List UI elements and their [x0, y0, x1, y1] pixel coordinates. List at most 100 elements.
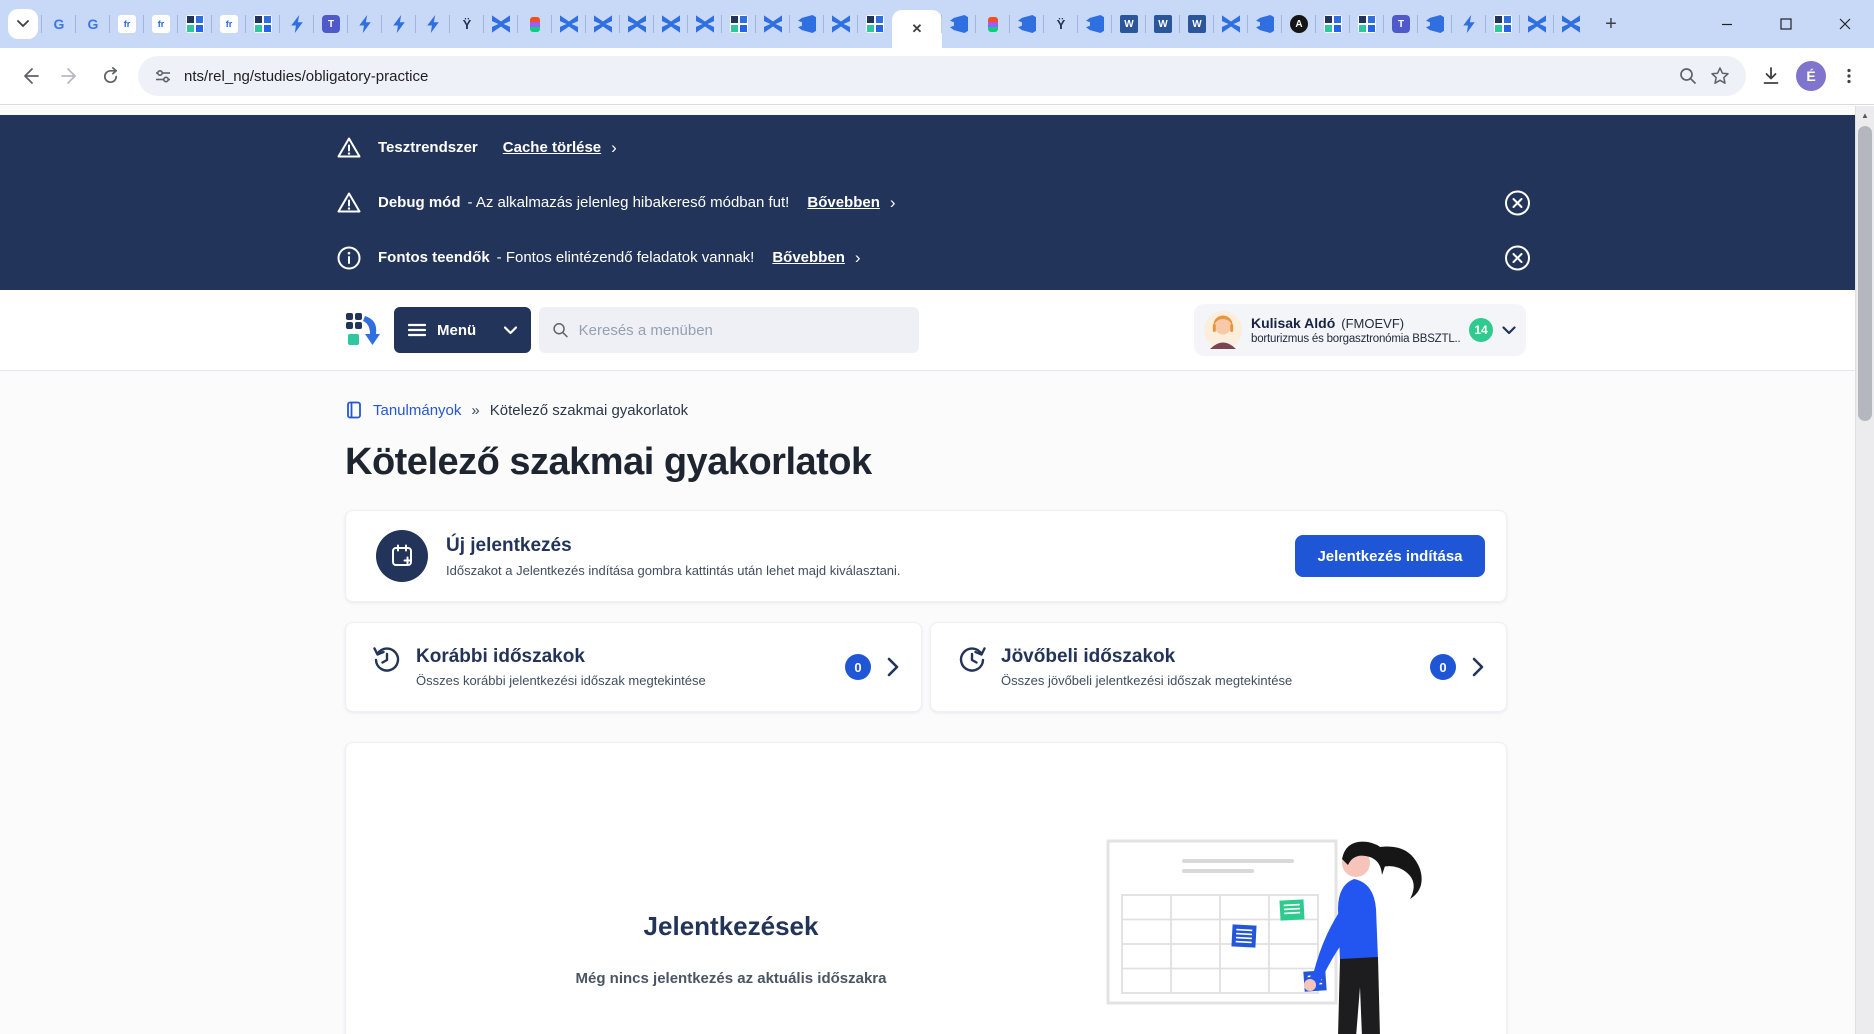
tab-search-button[interactable]	[8, 9, 38, 39]
banner-test-system: Tesztrendszer Cache törlése ›	[0, 120, 1855, 175]
bolt-favicon	[356, 15, 374, 33]
tab-xarrows[interactable]	[688, 0, 722, 48]
person-favicon: Ÿ	[458, 15, 476, 33]
tab-neptun[interactable]	[1316, 0, 1350, 48]
tab-bolt[interactable]	[416, 0, 450, 48]
tab-xarrows[interactable]	[756, 0, 790, 48]
downloads-icon[interactable]	[1760, 65, 1782, 87]
word-favicon: W	[1120, 15, 1138, 33]
tab-xarrows[interactable]	[1214, 0, 1248, 48]
tab-google[interactable]: G	[76, 0, 110, 48]
browser-toolbar: nts/rel_ng/studies/obligatory-practice É	[0, 48, 1874, 105]
bolt-favicon	[288, 15, 306, 33]
menu-label: Menü	[437, 322, 493, 339]
scrollbar-up-arrow[interactable]: ▲	[1856, 111, 1874, 120]
tab-xarrows[interactable]	[1520, 0, 1554, 48]
tab-neptun[interactable]	[1486, 0, 1520, 48]
tab-person[interactable]: Ÿ	[1044, 0, 1078, 48]
banner-title: Tesztrendszer	[378, 139, 478, 156]
past-periods-card[interactable]: Korábbi időszakok Összes korábbi jelentk…	[345, 622, 922, 712]
tab-teams[interactable]: T	[1384, 0, 1418, 48]
banner-link-more[interactable]: Bővebben	[807, 194, 880, 211]
tab-neptun[interactable]	[1350, 0, 1384, 48]
tab-neptun[interactable]	[246, 0, 280, 48]
forward-button[interactable]	[50, 56, 90, 96]
xarrows-favicon	[628, 15, 646, 33]
tab-devops[interactable]	[1418, 0, 1452, 48]
tab-neptun[interactable]	[178, 0, 212, 48]
reload-button[interactable]	[90, 56, 130, 96]
tab-bolt[interactable]	[348, 0, 382, 48]
tab-xarrows[interactable]	[552, 0, 586, 48]
scrollbar-thumb[interactable]	[1858, 126, 1872, 421]
user-avatar	[1204, 311, 1242, 349]
tab-bolt[interactable]	[1452, 0, 1486, 48]
tab-xarrows[interactable]	[824, 0, 858, 48]
browser-profile-avatar[interactable]: É	[1796, 61, 1826, 91]
back-button[interactable]	[10, 56, 50, 96]
user-menu[interactable]: Kulisak Aldó (FMOEVF) borturizmus és bor…	[1194, 304, 1526, 356]
tab-devops[interactable]	[790, 0, 824, 48]
menu-search[interactable]	[539, 307, 919, 353]
tab-bolt[interactable]	[280, 0, 314, 48]
address-bar[interactable]: nts/rel_ng/studies/obligatory-practice	[138, 56, 1746, 96]
bookmark-star-icon[interactable]	[1710, 66, 1730, 86]
start-application-button[interactable]: Jelentkezés indítása	[1295, 535, 1485, 577]
browser-window: GGfrfrfrTŸ✕ŸWWWAT + nts/rel_ng/studies/o…	[0, 0, 1874, 1034]
menu-button[interactable]: Menü	[394, 307, 531, 353]
future-periods-card[interactable]: Jövőbeli időszakok Összes jövőbeli jelen…	[930, 622, 1507, 712]
tab-neptun[interactable]	[722, 0, 756, 48]
calendar-plus-icon-circle	[376, 530, 428, 582]
banner-close-button[interactable]	[1504, 244, 1531, 271]
tab-bolt[interactable]	[382, 0, 416, 48]
notification-badge[interactable]: 14	[1469, 318, 1493, 342]
tab-xarrows[interactable]	[654, 0, 688, 48]
new-tab-button[interactable]: +	[1596, 9, 1626, 39]
tab-word[interactable]: W	[1112, 0, 1146, 48]
xarrows-favicon	[696, 15, 714, 33]
tab-devops[interactable]	[1010, 0, 1044, 48]
tab-active[interactable]: ✕	[892, 10, 942, 48]
close-window-button[interactable]	[1815, 0, 1874, 48]
tab-person[interactable]: Ÿ	[450, 0, 484, 48]
tab-xarrows[interactable]	[586, 0, 620, 48]
minimize-button[interactable]	[1697, 0, 1756, 48]
tab-word[interactable]: W	[1146, 0, 1180, 48]
applications-empty-text: Még nincs jelentkezés az aktuális idősza…	[346, 970, 1116, 987]
tab-devops[interactable]	[1248, 0, 1282, 48]
tab-figma[interactable]	[518, 0, 552, 48]
breadcrumb-link-studies[interactable]: Tanulmányok	[373, 402, 461, 419]
banner-close-button[interactable]	[1504, 189, 1531, 216]
url-text[interactable]: nts/rel_ng/studies/obligatory-practice	[184, 68, 1666, 85]
google-favicon: G	[84, 15, 102, 33]
banner-link-cache-clear[interactable]: Cache törlése	[503, 139, 601, 156]
tab-docfr[interactable]: fr	[212, 0, 246, 48]
tab-docfr[interactable]: fr	[110, 0, 144, 48]
tab-docfr[interactable]: fr	[144, 0, 178, 48]
banner-link-more[interactable]: Bővebben	[772, 249, 845, 266]
tab-word[interactable]: W	[1180, 0, 1214, 48]
tab-angular[interactable]: A	[1282, 0, 1316, 48]
tab-figma[interactable]	[976, 0, 1010, 48]
user-name: Kulisak Aldó	[1251, 315, 1335, 331]
tab-google[interactable]: G	[42, 0, 76, 48]
tab-devops[interactable]	[942, 0, 976, 48]
tab-close-icon[interactable]: ✕	[912, 21, 923, 37]
tab-teams[interactable]: T	[314, 0, 348, 48]
banner-title: Debug mód	[378, 194, 461, 211]
tab-xarrows[interactable]	[484, 0, 518, 48]
tab-xarrows[interactable]	[620, 0, 654, 48]
tab-xarrows[interactable]	[1554, 0, 1588, 48]
breadcrumb-separator: »	[471, 402, 479, 419]
hamburger-icon	[408, 323, 426, 337]
page-scrollbar[interactable]: ▲	[1855, 106, 1874, 1034]
search-input[interactable]	[579, 322, 906, 339]
zoom-icon[interactable]	[1678, 66, 1698, 86]
tab-devops[interactable]	[1078, 0, 1112, 48]
banner-text: - Az alkalmazás jelenleg hibakereső módb…	[468, 194, 790, 211]
browser-menu-icon[interactable]	[1840, 67, 1858, 85]
bolt-favicon	[1460, 15, 1478, 33]
search-icon	[552, 321, 569, 339]
tab-neptun[interactable]	[858, 0, 892, 48]
maximize-button[interactable]	[1756, 0, 1815, 48]
